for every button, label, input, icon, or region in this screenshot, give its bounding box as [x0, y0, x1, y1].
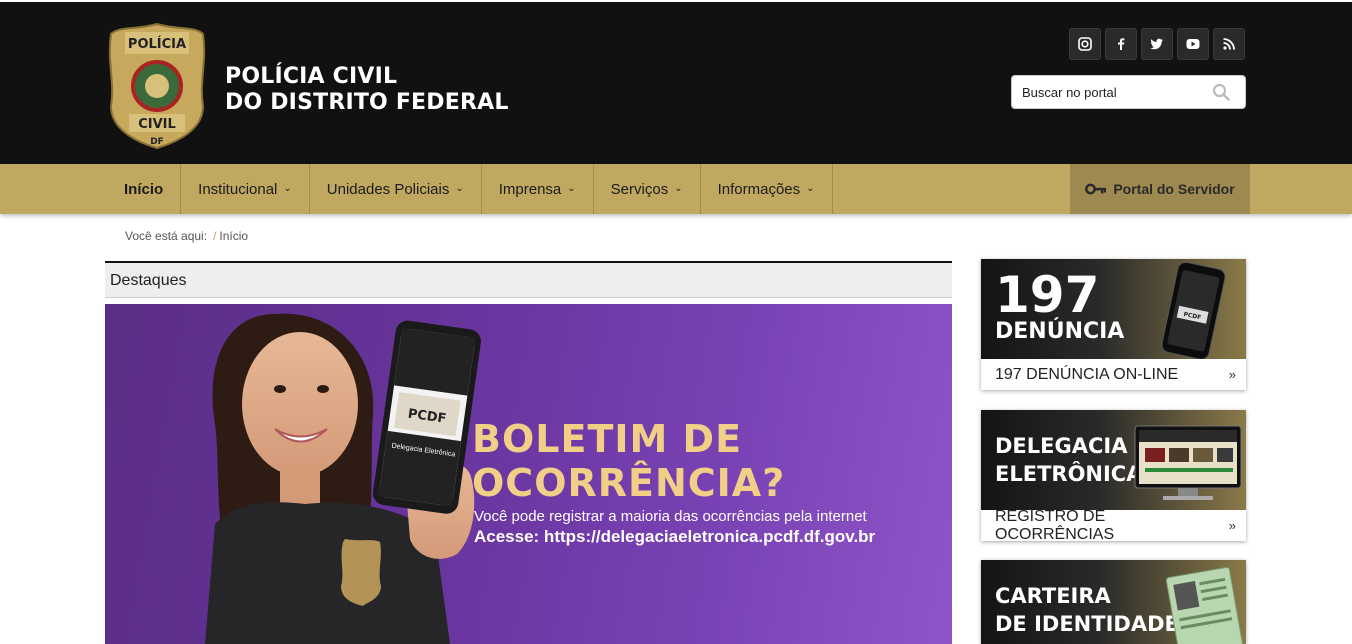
card-delegacia-eletronica[interactable]: DELEGACIA ELETRÔNICA REGISTRO DE OCORRÊN…: [981, 410, 1246, 543]
twitter-icon[interactable]: [1141, 28, 1173, 60]
nav-item-informacoes[interactable]: Informações ⌄: [701, 164, 833, 214]
nav-item-unidades-policiais[interactable]: Unidades Policiais ⌄: [310, 164, 482, 214]
nav-item-label: Informações: [717, 180, 801, 198]
destaques-title: Destaques: [110, 272, 187, 289]
nav-item-imprensa[interactable]: Imprensa ⌄: [482, 164, 594, 214]
search-box: [1011, 75, 1246, 109]
monitor-illustration: [1134, 425, 1242, 500]
nav-item-institucional[interactable]: Institucional ⌄: [181, 164, 310, 214]
chevron-down-icon: ⌄: [283, 182, 292, 194]
card-carteira-line2: DE IDENTIDADE: [995, 612, 1179, 636]
rss-icon[interactable]: [1213, 28, 1245, 60]
banner-url: Acesse: https://delegaciaeletronica.pcdf…: [474, 527, 876, 546]
site-title-line1: POLÍCIA CIVIL: [225, 64, 398, 89]
card-197-label-text: 197 DENÚNCIA ON-LINE: [995, 365, 1179, 383]
banner-subtitle: Você pode registrar a maioria das ocorrê…: [474, 508, 867, 525]
card-carteira-image: CARTEIRA DE IDENTIDADE: [981, 560, 1246, 644]
social-links: [1069, 28, 1245, 60]
facebook-icon[interactable]: [1105, 28, 1137, 60]
site-header: POLÍCIA CIVIL DF POLÍCIA CIVIL DO DISTRI…: [0, 0, 1352, 164]
card-carteira-line1: CARTEIRA: [995, 584, 1111, 608]
card-delegacia-line1: DELEGACIA: [995, 434, 1128, 458]
card-197-denuncia[interactable]: 197 DENÚNCIA PCDF 197 DENÚNCIA ON-LINE »: [981, 259, 1246, 390]
chevron-right-icon: »: [1228, 367, 1236, 382]
card-197-subtitle: DENÚNCIA: [995, 319, 1125, 344]
card-197-number: 197: [995, 266, 1100, 324]
breadcrumb-separator: /: [213, 229, 217, 243]
card-197-label[interactable]: 197 DENÚNCIA ON-LINE »: [981, 359, 1246, 390]
card-delegacia-line2: ELETRÔNICA: [995, 462, 1143, 486]
breadcrumb: Você está aqui: / Início: [125, 229, 248, 243]
destaque-banner[interactable]: PCDF Delegacia Eletrônica BOLETIM DE OCO…: [105, 304, 952, 644]
nav-item-label: Serviços: [610, 180, 669, 198]
nav-item-label: Início: [124, 180, 164, 198]
site-title[interactable]: POLÍCIA CIVIL DO DISTRITO FEDERAL: [225, 64, 509, 116]
nav-item-label: Unidades Policiais: [326, 180, 450, 198]
chevron-down-icon: ⌄: [674, 182, 683, 194]
banner-woman-photo: PCDF Delegacia Eletrônica: [205, 313, 481, 644]
card-delegacia-image: DELEGACIA ELETRÔNICA: [981, 410, 1246, 510]
banner-title: BOLETIM DE OCORRÊNCIA?: [472, 417, 785, 505]
breadcrumb-prefix: Você está aqui:: [125, 229, 208, 243]
svg-text:POLÍCIA: POLÍCIA: [128, 36, 186, 52]
portal-servidor-button[interactable]: Portal do Servidor: [1070, 164, 1250, 214]
chevron-down-icon: ⌄: [455, 182, 464, 194]
phone-illustration: PCDF: [1161, 263, 1226, 359]
banner-title-line2: OCORRÊNCIA?: [472, 461, 786, 505]
chevron-down-icon: ⌄: [567, 182, 576, 194]
youtube-icon[interactable]: [1177, 28, 1209, 60]
search-icon[interactable]: [1207, 78, 1235, 106]
svg-text:DF: DF: [150, 137, 164, 147]
destaques-header: Destaques: [105, 261, 952, 298]
id-card-illustration: [1165, 566, 1243, 644]
chevron-down-icon: ⌄: [806, 182, 815, 194]
card-197-image: 197 DENÚNCIA PCDF: [981, 259, 1246, 359]
portal-servidor-label: Portal do Servidor: [1113, 181, 1235, 197]
nav-item-label: Institucional: [198, 180, 278, 198]
main-nav-items: Início Institucional ⌄ Unidades Policiais…: [107, 164, 833, 214]
nav-item-label: Imprensa: [498, 180, 562, 198]
svg-text:CIVIL: CIVIL: [138, 117, 176, 132]
breadcrumb-current[interactable]: Início: [219, 229, 248, 243]
instagram-icon[interactable]: [1069, 28, 1101, 60]
card-delegacia-label-text: REGISTRO DE OCORRÊNCIAS: [995, 507, 1115, 543]
card-delegacia-label[interactable]: REGISTRO DE OCORRÊNCIAS »: [981, 507, 1246, 543]
main-nav: Início Institucional ⌄ Unidades Policiais…: [0, 164, 1352, 214]
search-input[interactable]: [1012, 84, 1207, 100]
nav-item-servicos[interactable]: Serviços ⌄: [594, 164, 701, 214]
card-carteira-identidade[interactable]: CARTEIRA DE IDENTIDADE: [981, 560, 1246, 644]
banner-title-line1: BOLETIM DE: [472, 417, 743, 461]
chevron-right-icon: »: [1228, 518, 1236, 533]
site-title-line2: DO DISTRITO FEDERAL: [225, 90, 509, 115]
nav-item-inicio[interactable]: Início: [107, 164, 182, 214]
pcdf-badge-logo[interactable]: POLÍCIA CIVIL DF: [107, 22, 207, 150]
key-icon: [1085, 183, 1107, 195]
